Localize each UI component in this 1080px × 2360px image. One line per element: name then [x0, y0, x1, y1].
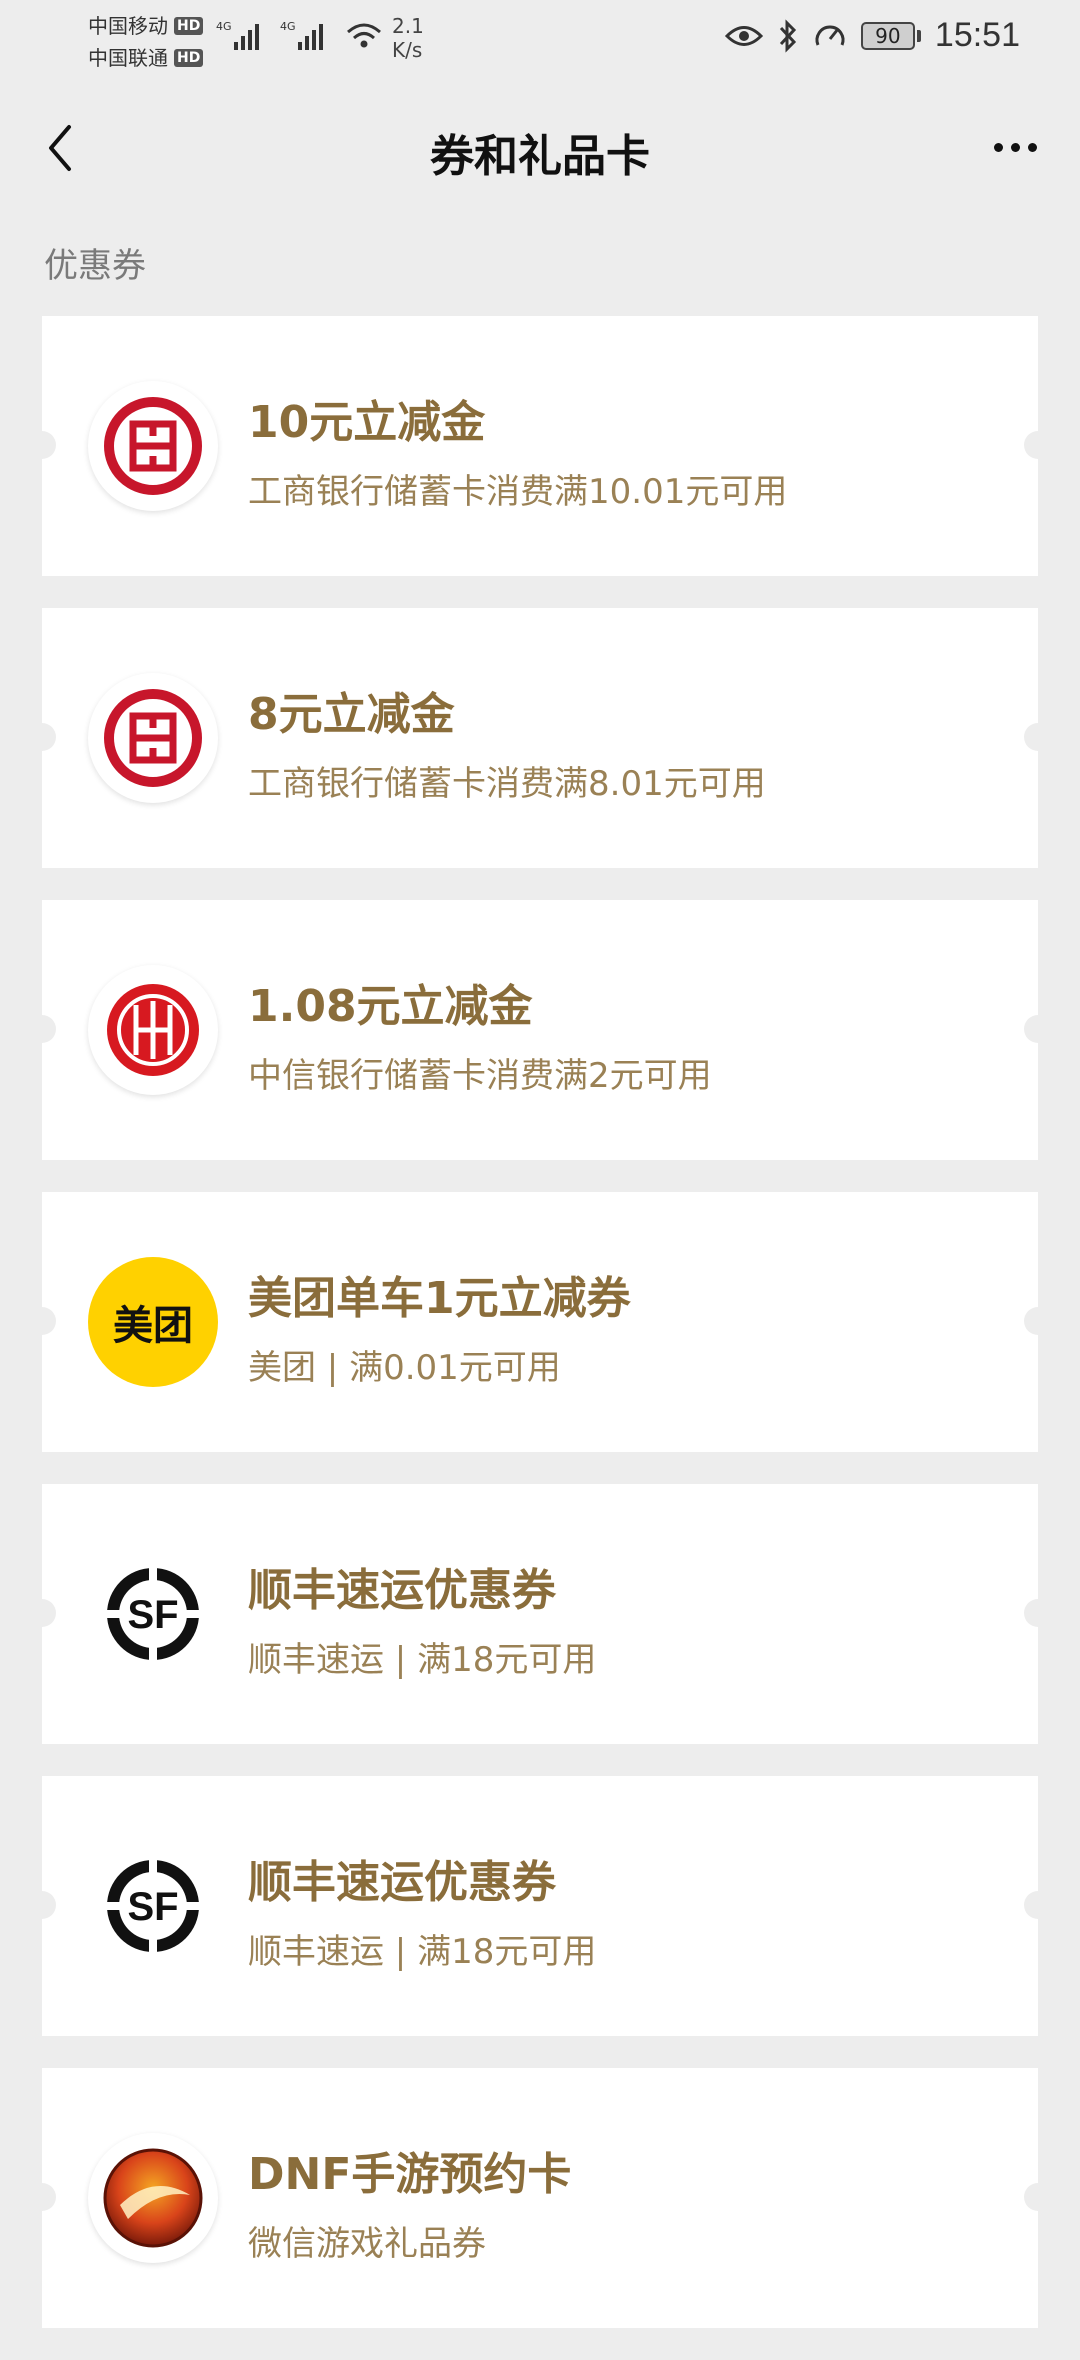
ticket-notch: [1024, 1015, 1052, 1043]
signal-icon: 4G: [216, 20, 259, 50]
coupon-title: 8元立减金: [248, 689, 455, 740]
clock: 15:51: [934, 16, 1020, 54]
ticket-notch: [1024, 1599, 1052, 1627]
ticket-notch: [28, 1599, 56, 1627]
icbc-logo-icon: [88, 381, 218, 511]
section-label: 优惠券: [44, 246, 146, 286]
coupon-desc: 中信银行储蓄卡消费满2元可用: [248, 1056, 712, 1096]
coupon-title: 顺丰速运优惠券: [248, 1565, 556, 1616]
coupon-list: 10元立减金 工商银行储蓄卡消费满10.01元可用 8元立减金 工商银行储蓄卡消…: [28, 316, 1052, 2360]
coupon-desc: 微信游戏礼品券: [248, 2224, 486, 2264]
coupon-desc: 工商银行储蓄卡消费满10.01元可用: [248, 472, 788, 512]
ticket-notch: [1024, 1891, 1052, 1919]
network-speed: 2.1 K/s: [392, 14, 424, 62]
battery-icon: 90: [860, 21, 915, 50]
nav-bar: 券和礼品卡: [0, 100, 1080, 196]
coupon-card[interactable]: 8元立减金 工商银行储蓄卡消费满8.01元可用: [28, 608, 1052, 868]
sf-logo-text: SF: [127, 1593, 178, 1637]
hd-badge: HD: [174, 49, 204, 67]
carrier-info: 中国移动 HD 中国联通 HD: [88, 10, 204, 74]
coupon-title: 10元立减金: [248, 397, 486, 448]
dnf-logo-icon: [88, 2133, 218, 2263]
signal-icon: 4G: [280, 20, 323, 50]
coupon-title: DNF手游预约卡: [248, 2149, 572, 2200]
coupon-card[interactable]: SF 顺丰速运优惠券 顺丰速运 | 满18元可用: [28, 1484, 1052, 1744]
coupon-desc: 顺丰速运 | 满18元可用: [248, 1640, 597, 1680]
more-button[interactable]: [980, 122, 1050, 172]
status-right: 90 15:51: [724, 16, 1020, 55]
ticket-notch: [1024, 723, 1052, 751]
net-type-label: 4G: [280, 20, 296, 33]
status-bar: 中国移动 HD 中国联通 HD 4G 4G 2.1 K/s 90 15:51: [0, 0, 1080, 80]
net-type-label: 4G: [216, 20, 232, 33]
carrier-2: 中国联通: [88, 46, 168, 70]
coupon-title: 1.08元立减金: [248, 981, 533, 1032]
meituan-logo-text: 美团: [113, 1303, 193, 1349]
ticket-notch: [28, 1015, 56, 1043]
carrier-1: 中国移动: [88, 14, 168, 38]
ticket-notch: [1024, 2183, 1052, 2211]
coupon-card[interactable]: DNF手游预约卡 微信游戏礼品券: [28, 2068, 1052, 2328]
ticket-notch: [28, 1891, 56, 1919]
coupon-desc: 美团 | 满0.01元可用: [248, 1348, 561, 1388]
coupon-desc: 工商银行储蓄卡消费满8.01元可用: [248, 764, 766, 804]
coupon-title: 顺丰速运优惠券: [248, 1857, 556, 1908]
icbc-logo-icon: [88, 673, 218, 803]
hd-badge: HD: [174, 17, 204, 35]
coupon-desc: 顺丰速运 | 满18元可用: [248, 1932, 597, 1972]
citic-logo-icon: [88, 965, 218, 1095]
page-title: 券和礼品卡: [430, 131, 650, 182]
sf-logo-icon: SF: [88, 1549, 218, 1679]
sf-logo-text: SF: [127, 1885, 178, 1929]
bluetooth-icon: [779, 18, 796, 53]
signal-indicators: 4G 4G: [216, 18, 384, 52]
coupon-card[interactable]: 美团 美团单车1元立减券 美团 | 满0.01元可用: [28, 1192, 1052, 1452]
ticket-notch: [28, 1307, 56, 1335]
speedometer-icon: [815, 25, 845, 46]
more-dot: [1027, 142, 1037, 152]
coupon-card[interactable]: 10元立减金 工商银行储蓄卡消费满10.01元可用: [28, 316, 1052, 576]
ticket-notch: [28, 431, 56, 459]
ticket-notch: [1024, 1307, 1052, 1335]
speed-value: 2.1: [392, 14, 424, 38]
meituan-logo-icon: 美团: [88, 1257, 218, 1387]
ticket-notch: [28, 723, 56, 751]
battery-tip: [916, 29, 921, 42]
speed-unit: K/s: [392, 38, 423, 62]
ticket-notch: [28, 2183, 56, 2211]
coupon-card[interactable]: SF 顺丰速运优惠券 顺丰速运 | 满18元可用: [28, 1776, 1052, 2036]
coupon-card[interactable]: 1.08元立减金 中信银行储蓄卡消费满2元可用: [28, 900, 1052, 1160]
more-dot: [1010, 142, 1020, 152]
coupon-title: 美团单车1元立减券: [248, 1273, 631, 1324]
sf-logo-icon: SF: [88, 1841, 218, 1971]
more-dot: [993, 142, 1003, 152]
eye-icon: [724, 25, 763, 46]
wifi-icon: [347, 23, 381, 48]
ticket-notch: [1024, 431, 1052, 459]
